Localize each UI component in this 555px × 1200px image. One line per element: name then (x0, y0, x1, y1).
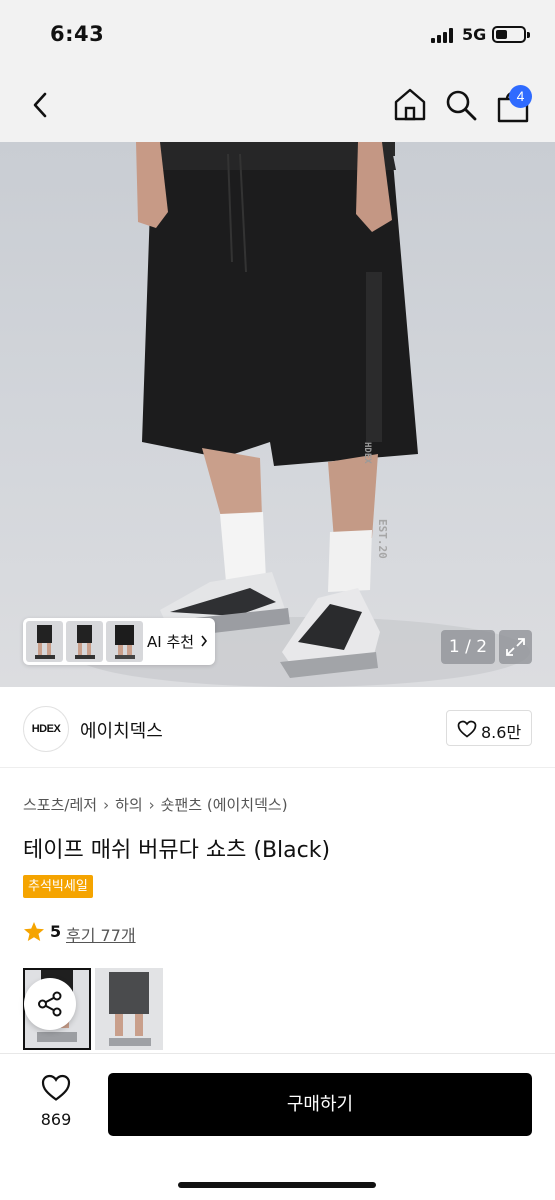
breadcrumb: 스포츠/레저 › 하의 › 숏팬츠 (에이치덱스) (23, 794, 288, 815)
back-icon[interactable] (26, 90, 56, 120)
heart-icon (457, 720, 477, 738)
print-text-est: EST.20 (376, 519, 389, 559)
ai-recommend-strip[interactable]: AI 추천 (23, 618, 215, 665)
network-type: 5G (462, 25, 487, 44)
share-icon (38, 991, 62, 1017)
chevron-right-icon: › (148, 796, 155, 814)
variant-thumb-gray[interactable] (95, 968, 163, 1050)
expand-icon (506, 638, 525, 656)
search-icon[interactable] (444, 88, 478, 122)
review-link[interactable]: 후기 77개 (66, 922, 136, 946)
print-text-hdex: HDEX (362, 442, 372, 464)
cart-count-badge: 4 (509, 85, 532, 108)
buy-button[interactable]: 구매하기 (108, 1073, 532, 1136)
ai-recommend-label: AI 추천 (147, 633, 195, 651)
status-time: 6:43 (50, 22, 105, 46)
chevron-right-icon (201, 635, 208, 647)
expand-button[interactable] (499, 630, 532, 664)
home-icon[interactable] (392, 86, 428, 122)
nav-bar (0, 70, 555, 142)
share-button[interactable] (24, 978, 76, 1030)
bottom-action-bar: 869 구매하기 (0, 1053, 555, 1200)
rating-value: 5 (50, 922, 62, 941)
ai-thumb[interactable] (106, 621, 143, 662)
brand-name[interactable]: 에이치덱스 (80, 717, 163, 743)
ai-thumb[interactable] (26, 621, 63, 662)
brand-like-count: 8.6만 (481, 723, 522, 742)
chevron-right-icon: › (103, 796, 110, 814)
brand-row: HDEX 에이치덱스 8.6만 (0, 688, 555, 768)
breadcrumb-item[interactable]: 스포츠/레저 (23, 796, 97, 814)
page-indicator: 1 / 2 (441, 630, 495, 664)
product-photo (70, 142, 530, 687)
brand-like-button[interactable]: 8.6만 (446, 710, 532, 746)
home-indicator (178, 1182, 376, 1188)
breadcrumb-item[interactable]: 하의 (115, 796, 143, 814)
battery-icon (492, 26, 530, 43)
ai-thumb[interactable] (66, 621, 103, 662)
star-icon (24, 922, 44, 941)
signal-icon (431, 28, 455, 43)
sale-badge: 추석빅세일 (23, 875, 93, 898)
wishlist-button[interactable]: 869 (30, 1074, 82, 1134)
heart-icon (41, 1074, 71, 1101)
brand-logo[interactable]: HDEX (23, 706, 69, 752)
breadcrumb-item[interactable]: 숏팬츠 (에이치덱스) (161, 796, 288, 814)
product-title: 테이프 매쉬 버뮤다 쇼츠 (Black) (23, 838, 331, 863)
status-bar: 6:43 5G (0, 0, 555, 70)
product-image[interactable]: HDEX EST.20 (0, 142, 555, 687)
wishlist-count: 869 (40, 1110, 72, 1129)
